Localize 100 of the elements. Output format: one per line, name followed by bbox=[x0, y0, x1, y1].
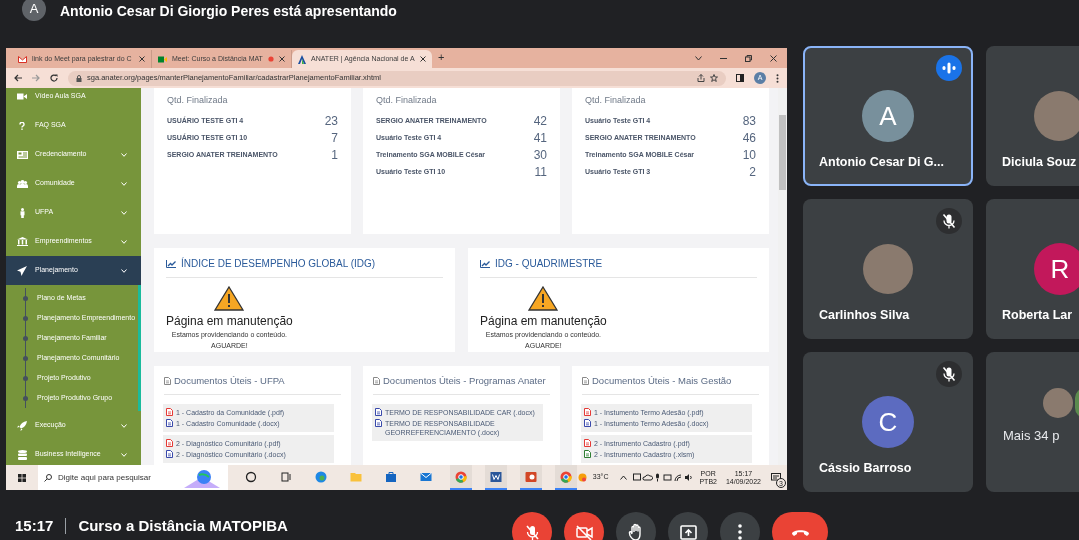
file-icon bbox=[584, 450, 591, 459]
count-value: 2 bbox=[749, 164, 756, 181]
search-field[interactable]: Digite aqui para pesquisar bbox=[38, 465, 228, 490]
file-icon bbox=[375, 419, 382, 428]
file-icon bbox=[584, 439, 591, 448]
count-value: 30 bbox=[533, 147, 547, 164]
card-title: Qtd. Finalizada bbox=[585, 94, 647, 107]
file-icon bbox=[584, 408, 591, 417]
warning-icon bbox=[528, 286, 559, 311]
chevron-down-icon bbox=[121, 210, 127, 215]
windows-logo-icon[interactable] bbox=[18, 473, 26, 482]
file-icon bbox=[166, 419, 173, 428]
meeting-time: 15:17 bbox=[15, 515, 54, 536]
tray-icons-drawing bbox=[633, 473, 694, 482]
circle-icon bbox=[245, 470, 257, 483]
participant-name: Antonio Cesar Di G... bbox=[819, 154, 944, 172]
leave-button[interactable] bbox=[772, 512, 828, 540]
count-value: 41 bbox=[533, 130, 547, 147]
line-chart-icon bbox=[480, 259, 490, 268]
file-icon bbox=[584, 419, 591, 428]
chevron-down-icon bbox=[121, 268, 127, 273]
count-value: 42 bbox=[533, 113, 547, 130]
share-icon[interactable] bbox=[697, 74, 705, 82]
video-camera-icon bbox=[158, 55, 167, 63]
scrollbar[interactable] bbox=[778, 88, 787, 465]
chevron-down-icon bbox=[121, 423, 127, 428]
presentation-app-icon bbox=[525, 470, 537, 483]
document-icon bbox=[373, 377, 380, 386]
building-icon bbox=[16, 237, 28, 246]
envelope-icon bbox=[420, 470, 432, 483]
card-title: Qtd. Finalizada bbox=[376, 94, 438, 107]
speaking-indicator-icon bbox=[936, 55, 962, 81]
file-icon bbox=[166, 408, 173, 417]
line-chart-icon bbox=[166, 259, 176, 268]
camera-button[interactable] bbox=[564, 512, 604, 540]
mic-button[interactable] bbox=[512, 512, 552, 540]
avatar: A bbox=[862, 90, 914, 142]
photo-placeholder bbox=[1043, 388, 1073, 419]
reload-icon[interactable] bbox=[50, 74, 58, 82]
document-icon bbox=[164, 377, 171, 386]
maintenance-message: Página em manutenção bbox=[166, 313, 293, 330]
close-icon[interactable] bbox=[770, 54, 777, 62]
card-title: Qtd. Finalizada bbox=[167, 94, 229, 107]
card-title: Documentos Úteis - Programas Anater bbox=[383, 374, 546, 388]
file-icon bbox=[375, 408, 382, 417]
browser-icon bbox=[560, 470, 572, 483]
avatar: C bbox=[862, 396, 914, 448]
meeting-title: Curso a Distância MATOPIBA bbox=[78, 515, 288, 536]
card-icon bbox=[16, 150, 28, 159]
search-input[interactable]: Digite aqui para pesquisar bbox=[58, 471, 176, 484]
taskbar-app-button[interactable] bbox=[485, 465, 507, 490]
notification-icon[interactable] bbox=[771, 473, 781, 482]
participant-name: Cássio Barroso bbox=[819, 460, 912, 478]
shopping-bag-icon bbox=[385, 470, 397, 483]
count-value: 83 bbox=[742, 113, 756, 130]
chevron-down-icon[interactable] bbox=[695, 55, 702, 61]
photo-placeholder bbox=[863, 244, 913, 294]
more-vertical-icon bbox=[738, 524, 742, 540]
document-icon bbox=[582, 377, 589, 386]
card-title: ÍNDICE DE DESEMPENHO GLOBAL (IDG) bbox=[181, 256, 376, 271]
close-icon[interactable] bbox=[279, 56, 285, 62]
chevron-down-icon bbox=[121, 152, 127, 157]
question-mark-icon bbox=[19, 121, 25, 130]
count-value: 46 bbox=[742, 130, 756, 147]
present-button[interactable] bbox=[668, 512, 708, 540]
sun-icon bbox=[577, 473, 587, 482]
close-icon[interactable] bbox=[420, 56, 426, 62]
count-value: 1 bbox=[331, 147, 338, 164]
count-value: 10 bbox=[742, 147, 756, 164]
card-title: Documentos Úteis - Mais Gestão bbox=[592, 374, 732, 388]
file-icon bbox=[166, 439, 173, 448]
star-icon[interactable] bbox=[710, 74, 718, 82]
video-camera-icon bbox=[17, 93, 27, 100]
folder-icon bbox=[350, 470, 362, 483]
chevron-down-icon bbox=[121, 181, 127, 186]
scrollbar-thumb[interactable] bbox=[779, 115, 786, 190]
card-title: Documentos Úteis - UFPA bbox=[174, 374, 285, 388]
chevron-down-icon bbox=[121, 452, 127, 457]
file-icon bbox=[166, 450, 173, 459]
logo-icon bbox=[298, 54, 306, 64]
restore-icon[interactable] bbox=[745, 54, 752, 62]
paper-plane-icon bbox=[17, 265, 27, 276]
more-vertical-icon[interactable] bbox=[776, 73, 779, 83]
document-app-icon bbox=[490, 470, 502, 483]
count-value: 7 bbox=[331, 130, 338, 147]
rocket-icon bbox=[17, 420, 27, 431]
chevron-up-icon[interactable] bbox=[620, 475, 628, 480]
presenter-avatar: A bbox=[22, 0, 46, 21]
participant-name: Roberta Lar bbox=[1002, 307, 1073, 325]
more-button[interactable] bbox=[720, 512, 760, 540]
hand-button[interactable] bbox=[616, 512, 656, 540]
close-icon[interactable] bbox=[139, 56, 145, 62]
person-icon bbox=[19, 207, 25, 218]
more-participants-label[interactable]: Mais 34 p bbox=[1003, 426, 1060, 446]
side-panel-icon[interactable] bbox=[736, 74, 744, 82]
new-tab-button[interactable]: + bbox=[438, 48, 445, 65]
presenter-banner-text: Antonio Cesar Di Giorgio Peres está apresentando bbox=[60, 1, 397, 21]
back-arrow-icon[interactable] bbox=[14, 74, 22, 82]
envelope-icon bbox=[18, 55, 27, 63]
participant-name: Diciula Souz bbox=[1002, 154, 1077, 172]
